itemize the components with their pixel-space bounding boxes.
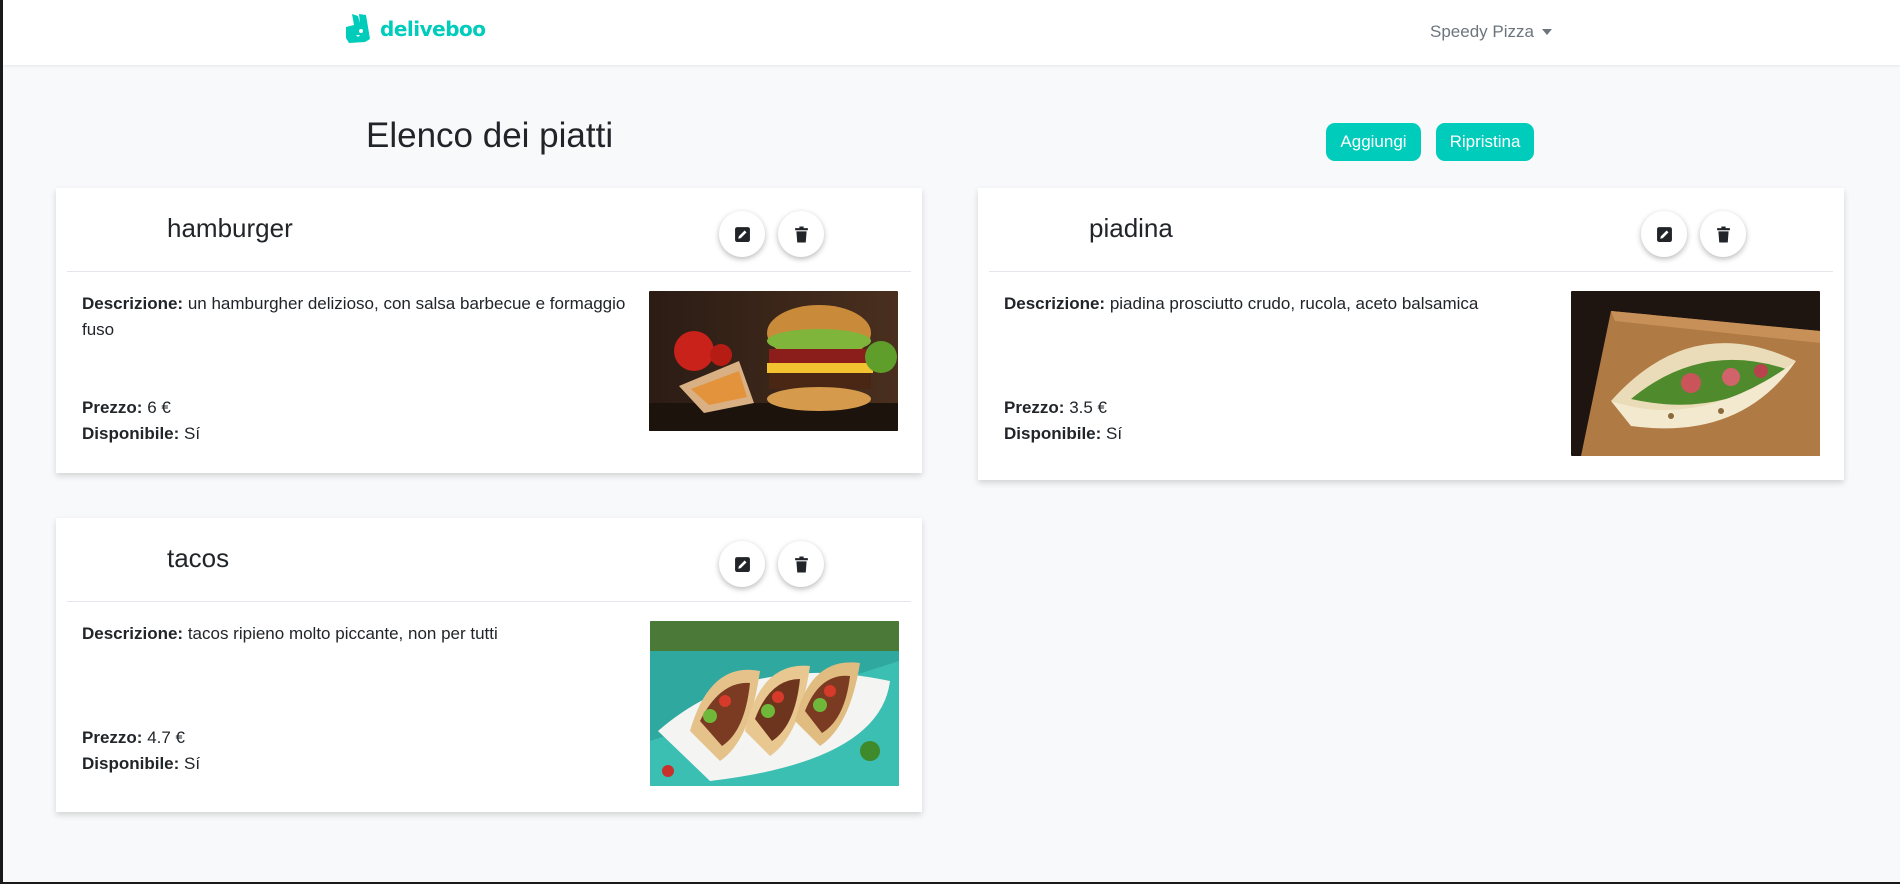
dish-price: Prezzo: 4.7 €: [82, 725, 642, 751]
edit-dish-button[interactable]: [719, 541, 765, 587]
trash-icon: [793, 556, 810, 573]
dish-availability: Disponibile: Sí: [1004, 421, 1564, 447]
delete-dish-button[interactable]: [778, 541, 824, 587]
trash-icon: [793, 226, 810, 243]
delete-dish-button[interactable]: [778, 211, 824, 257]
card-header: tacos: [67, 518, 911, 602]
dish-availability: Disponibile: Sí: [82, 421, 642, 447]
trash-icon: [1715, 226, 1732, 243]
dish-name: piadina: [1089, 213, 1173, 243]
restore-button[interactable]: Ripristina: [1436, 123, 1534, 161]
page-title: Elenco dei piatti: [366, 116, 614, 155]
dish-description: Descrizione: piadina prosciutto crudo, r…: [1004, 291, 1564, 395]
dish-image: [650, 621, 899, 786]
dish-details: Descrizione: piadina prosciutto crudo, r…: [1004, 291, 1564, 447]
user-name: Speedy Pizza: [1430, 22, 1534, 41]
dish-image: [1571, 291, 1820, 456]
edit-dish-button[interactable]: [1641, 211, 1687, 257]
price-label: Prezzo:: [82, 398, 143, 417]
available-label: Disponibile:: [82, 424, 180, 443]
dish-price: Prezzo: 6 €: [82, 395, 642, 421]
dish-name: tacos: [167, 543, 230, 573]
dish-description: Descrizione: un hamburgher delizioso, co…: [82, 291, 642, 395]
brand-name: deliveboo: [380, 17, 486, 41]
available-label: Disponibile:: [82, 754, 180, 773]
pencil-square-icon: [734, 556, 751, 573]
brand-logo-link[interactable]: deliveboo: [342, 13, 486, 45]
description-label: Descrizione:: [82, 624, 184, 643]
price-value: 6 €: [147, 398, 171, 417]
description-label: Descrizione:: [1004, 294, 1106, 313]
price-value: 4.7 €: [147, 728, 186, 747]
card-header: hamburger: [67, 188, 911, 272]
pencil-square-icon: [734, 226, 751, 243]
dish-image: [649, 291, 898, 431]
dish-details: Descrizione: tacos ripieno molto piccant…: [82, 621, 642, 777]
dish-description: Descrizione: tacos ripieno molto piccant…: [82, 621, 642, 725]
description-value: tacos ripieno molto piccante, non per tu…: [187, 624, 498, 643]
price-label: Prezzo:: [82, 728, 143, 747]
dish-details: Descrizione: un hamburgher delizioso, co…: [82, 291, 642, 447]
dish-card: piadina Descrizione: piadina prosciutto …: [978, 188, 1844, 480]
description-label: Descrizione:: [82, 294, 184, 313]
top-navbar: deliveboo Speedy Pizza: [3, 0, 1900, 65]
available-value: Sí: [1106, 424, 1123, 443]
delete-dish-button[interactable]: [1700, 211, 1746, 257]
caret-down-icon: [1541, 29, 1552, 35]
kangaroo-logo-icon: [342, 13, 374, 45]
description-value: piadina prosciutto crudo, rucola, aceto …: [1109, 294, 1479, 313]
card-header: piadina: [989, 188, 1833, 272]
dish-card: tacos Descrizione: tacos ripieno molto p…: [56, 518, 922, 812]
price-label: Prezzo:: [1004, 398, 1065, 417]
dish-card: hamburger Descrizione: un hamburgher del…: [56, 188, 922, 473]
available-value: Sí: [184, 754, 201, 773]
dish-price: Prezzo: 3.5 €: [1004, 395, 1564, 421]
pencil-square-icon: [1656, 226, 1673, 243]
price-value: 3.5 €: [1069, 398, 1108, 417]
dish-availability: Disponibile: Sí: [82, 751, 642, 777]
available-value: Sí: [184, 424, 201, 443]
edit-dish-button[interactable]: [719, 211, 765, 257]
available-label: Disponibile:: [1004, 424, 1102, 443]
dish-name: hamburger: [167, 213, 293, 243]
add-dish-button[interactable]: Aggiungi: [1326, 123, 1421, 161]
user-dropdown[interactable]: Speedy Pizza: [1430, 20, 1552, 44]
